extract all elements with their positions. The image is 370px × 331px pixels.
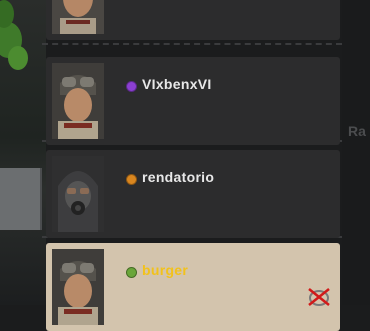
goggles-avatar-icon [52,63,104,139]
status-dot-icon [126,267,137,278]
gasmask-avatar-icon [52,156,104,232]
player-row[interactable]: VIxbenxVI [46,57,340,145]
player-name: VIxbenxVI [142,76,212,92]
side-map-panel [0,168,42,230]
row-divider [42,43,342,45]
player-row[interactable] [46,0,340,40]
foliage-decoration [0,0,28,70]
player-name: burger [142,262,189,278]
status-dot-icon [126,81,137,92]
right-panel-edge [342,0,370,305]
player-avatar [52,249,104,325]
status-dot-icon [126,174,137,185]
player-row[interactable]: rendatorio [46,150,340,238]
side-panel-label: Ra [348,123,366,139]
player-name: rendatorio [142,169,215,185]
remove-player-icon[interactable] [306,287,332,307]
player-avatar [52,156,104,232]
goggles-avatar-icon [52,249,104,325]
player-row-selected[interactable]: burger [46,243,340,331]
player-avatar [52,0,104,34]
goggles-avatar-icon [52,0,104,34]
player-avatar [52,63,104,139]
